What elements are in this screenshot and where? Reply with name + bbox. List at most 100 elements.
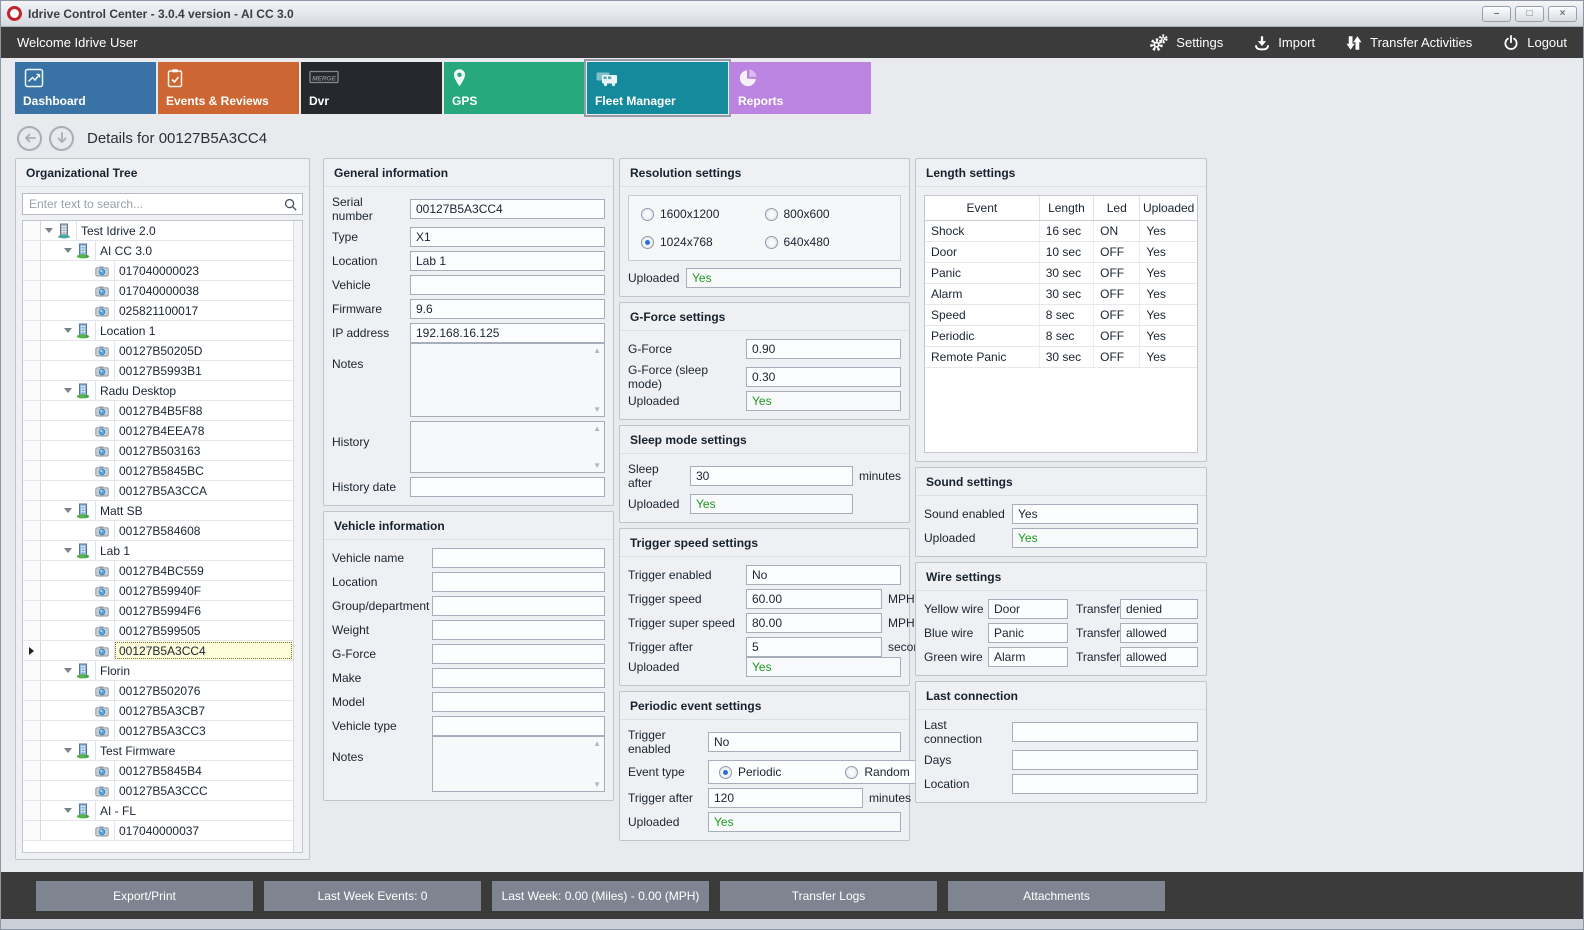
general-firmware-input[interactable] (410, 299, 605, 319)
gforce-g-force-sleep-mode-input[interactable] (746, 367, 901, 387)
radio-random[interactable]: Random (845, 765, 909, 779)
tree-node-00127b4b5f88[interactable]: 00127B4B5F88 (23, 401, 293, 421)
radio-periodic[interactable]: Periodic (719, 765, 781, 779)
expander-icon[interactable] (45, 228, 53, 233)
trigger-trigger-speed-input[interactable] (746, 589, 882, 609)
yellow-wire-input[interactable] (988, 599, 1068, 619)
vehicle-weight-input[interactable] (432, 620, 605, 640)
tab-dvr[interactable]: MERGEDvr (301, 62, 442, 114)
trigger-trigger-after-input[interactable] (746, 637, 882, 657)
settings-button[interactable]: Settings (1149, 33, 1223, 53)
import-button[interactable]: Import (1253, 34, 1315, 52)
length-row-panic[interactable]: Panic30 secOFFYes (925, 262, 1197, 283)
tree-node-florin[interactable]: Florin (23, 661, 293, 681)
general-location-input[interactable] (410, 251, 605, 271)
sleep-after-input[interactable] (690, 466, 853, 486)
maximize-button[interactable]: □ (1515, 6, 1544, 22)
expander-icon[interactable] (64, 508, 72, 513)
tab-dashboard[interactable]: Dashboard (15, 62, 156, 114)
scroll-down-icon[interactable]: ▼ (593, 405, 601, 414)
scroll-down-icon[interactable]: ▼ (593, 461, 601, 470)
tree-node-00127b5a3cc3[interactable]: 00127B5A3CC3 (23, 721, 293, 741)
length-row-alarm[interactable]: Alarm30 secOFFYes (925, 283, 1197, 304)
search-input[interactable] (22, 193, 303, 215)
periodic-trigger-enabled-input[interactable] (708, 732, 901, 752)
vehicle-group-department-input[interactable] (432, 596, 605, 616)
vehicle-model-input[interactable] (432, 692, 605, 712)
tab-events-reviews[interactable]: Events & Reviews (158, 62, 299, 114)
last-connection-days-input[interactable] (1012, 750, 1198, 770)
notes-textarea[interactable]: ▲▼ (410, 343, 605, 417)
history-date-input[interactable] (410, 477, 605, 497)
tree-node-017040000023[interactable]: 017040000023 (23, 261, 293, 281)
vehicle-vehicle-name-input[interactable] (432, 548, 605, 568)
length-row-shock[interactable]: Shock16 secONYes (925, 220, 1197, 241)
tree-node-00127b5994f6[interactable]: 00127B5994F6 (23, 601, 293, 621)
tree-node-00127b599505[interactable]: 00127B599505 (23, 621, 293, 641)
scroll-up-icon[interactable]: ▲ (593, 739, 601, 748)
tree-node-test-idrive-2-0[interactable]: Test Idrive 2.0 (23, 221, 293, 241)
scroll-up-icon[interactable]: ▲ (593, 346, 601, 355)
expander-icon[interactable] (64, 808, 72, 813)
tree-node-matt-sb[interactable]: Matt SB (23, 501, 293, 521)
blue-wire-input[interactable] (988, 623, 1068, 643)
green-wire-input[interactable] (988, 647, 1068, 667)
last-connection-last-connection-input[interactable] (1012, 722, 1198, 742)
tree-node-025821100017[interactable]: 025821100017 (23, 301, 293, 321)
tree-node-ai-fl[interactable]: AI - FL (23, 801, 293, 821)
length-row-periodic[interactable]: Periodic8 secOFFYes (925, 325, 1197, 346)
expander-icon[interactable] (64, 668, 72, 673)
logout-button[interactable]: Logout (1502, 34, 1567, 52)
tree-node-00127b4bc559[interactable]: 00127B4BC559 (23, 561, 293, 581)
length-row-door[interactable]: Door10 secOFFYes (925, 241, 1197, 262)
last-connection-location-input[interactable] (1012, 774, 1198, 794)
tree-node-00127b584608[interactable]: 00127B584608 (23, 521, 293, 541)
scroll-down-button[interactable] (49, 126, 74, 151)
green-wire-transfer-input[interactable] (1120, 647, 1198, 667)
tree-scrollbar[interactable] (293, 221, 302, 852)
yellow-wire-transfer-input[interactable] (1120, 599, 1198, 619)
last-week-button[interactable]: Last Week: 0.00 (Miles) - 0.00 (MPH) (492, 881, 709, 911)
tree-node-lab-1[interactable]: Lab 1 (23, 541, 293, 561)
scroll-down-icon[interactable]: ▼ (593, 780, 601, 789)
trigger-trigger-super-speed-input[interactable] (746, 613, 882, 633)
tree-node-00127b502076[interactable]: 00127B502076 (23, 681, 293, 701)
minimize-button[interactable]: – (1482, 6, 1511, 22)
tree-node-017040000038[interactable]: 017040000038 (23, 281, 293, 301)
tree-node-00127b5a3ccc[interactable]: 00127B5A3CCC (23, 781, 293, 801)
radio-1600x1200[interactable]: 1600x1200 (641, 207, 765, 221)
tree-node-location-1[interactable]: Location 1 (23, 321, 293, 341)
last-week-events-button[interactable]: Last Week Events: 0 (264, 881, 481, 911)
vehicle-vehicle-type-input[interactable] (432, 716, 605, 736)
length-row-speed[interactable]: Speed8 secOFFYes (925, 304, 1197, 325)
tree-node-00127b4eea78[interactable]: 00127B4EEA78 (23, 421, 293, 441)
tree-node-ai-cc-3-0[interactable]: AI CC 3.0 (23, 241, 293, 261)
gforce-g-force-input[interactable] (746, 339, 901, 359)
tree-node-test-firmware[interactable]: Test Firmware (23, 741, 293, 761)
tree-node-00127b5845bc[interactable]: 00127B5845BC (23, 461, 293, 481)
transfer-logs-button[interactable]: Transfer Logs (720, 881, 937, 911)
periodic-trigger-after-input[interactable] (708, 788, 863, 808)
radio-640x480[interactable]: 640x480 (765, 235, 889, 249)
radio-1024x768[interactable]: 1024x768 (641, 235, 765, 249)
radio-800x600[interactable]: 800x600 (765, 207, 889, 221)
expander-icon[interactable] (64, 248, 72, 253)
expander-icon[interactable] (64, 748, 72, 753)
vehicle-location-input[interactable] (432, 572, 605, 592)
tab-reports[interactable]: Reports (730, 62, 871, 114)
length-row-remote-panic[interactable]: Remote Panic30 secOFFYes (925, 346, 1197, 367)
tree-node-00127b5a3cb7[interactable]: 00127B5A3CB7 (23, 701, 293, 721)
blue-wire-transfer-input[interactable] (1120, 623, 1198, 643)
trigger-trigger-enabled-input[interactable] (746, 565, 901, 585)
expander-icon[interactable] (64, 328, 72, 333)
vehicle-g-force-input[interactable] (432, 644, 605, 664)
tree-node-00127b5a3cca[interactable]: 00127B5A3CCA (23, 481, 293, 501)
general-type-input[interactable] (410, 227, 605, 247)
tree-node-radu-desktop[interactable]: Radu Desktop (23, 381, 293, 401)
tree-node-00127b59940f[interactable]: 00127B59940F (23, 581, 293, 601)
tab-gps[interactable]: GPS (444, 62, 585, 114)
tree-node-017040000037[interactable]: 017040000037 (23, 821, 293, 841)
general-serial-number-input[interactable] (410, 199, 605, 219)
close-button[interactable]: × (1548, 6, 1577, 22)
tree-node-00127b5a3cc4[interactable]: 00127B5A3CC4 (23, 641, 293, 661)
